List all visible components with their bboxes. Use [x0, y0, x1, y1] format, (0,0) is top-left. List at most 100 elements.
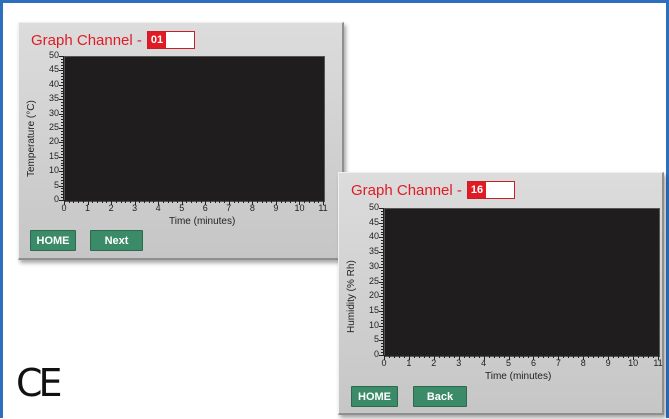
y-axis-line: [383, 208, 384, 356]
x-minor-tick: [205, 201, 207, 203]
x-minor-tick: [162, 201, 164, 203]
x-minor-tick: [219, 201, 221, 203]
x-minor-tick: [101, 201, 103, 203]
x-minor-tick: [608, 356, 610, 358]
y-minor-tick: [61, 104, 63, 106]
next-button[interactable]: Next: [90, 230, 143, 251]
y-axis-label: Temperature (°C): [26, 100, 37, 177]
ce-mark-logo: CE: [16, 361, 63, 405]
x-minor-tick: [643, 356, 645, 358]
y-minor-tick: [61, 142, 63, 144]
y-tick-label: 35: [48, 93, 59, 104]
y-minor-tick: [381, 281, 383, 283]
y-minor-tick: [381, 257, 383, 259]
channel-input[interactable]: 01: [146, 31, 195, 49]
x-minor-tick: [638, 356, 640, 358]
home-button[interactable]: HOME: [351, 386, 398, 407]
x-minor-tick: [498, 356, 500, 358]
y-axis-line: [63, 56, 64, 201]
y-minor-tick: [61, 197, 63, 199]
x-minor-tick: [448, 356, 450, 358]
y-minor-tick: [61, 110, 63, 112]
channel-input[interactable]: 16: [466, 181, 515, 199]
x-minor-tick: [388, 356, 390, 358]
y-minor-tick: [61, 70, 63, 72]
y-minor-tick: [61, 81, 63, 83]
y-tick-label: 25: [48, 122, 59, 132]
y-minor-tick: [381, 352, 383, 354]
graph-title-row: Graph Channel - 16: [351, 180, 515, 200]
x-minor-tick: [408, 356, 410, 358]
y-minor-tick: [61, 151, 63, 153]
y-minor-tick: [61, 188, 63, 190]
y-tick-label: 20: [48, 136, 59, 147]
y-minor-tick: [61, 56, 63, 57]
x-minor-tick: [144, 201, 146, 203]
x-minor-tick: [573, 356, 575, 358]
y-tick-label: 5: [373, 334, 379, 345]
y-tick-label: 45: [48, 64, 59, 75]
back-button[interactable]: Back: [413, 386, 467, 407]
x-minor-tick: [318, 201, 320, 203]
graph-title: Graph Channel -: [351, 181, 462, 199]
y-tick-label: 15: [368, 304, 379, 315]
y-minor-tick: [381, 219, 383, 221]
y-minor-tick: [381, 237, 383, 239]
y-minor-tick: [61, 162, 63, 164]
x-minor-tick: [578, 356, 580, 358]
x-minor-tick: [280, 201, 282, 203]
y-minor-tick: [61, 153, 63, 155]
y-minor-tick: [381, 234, 383, 236]
y-minor-tick: [61, 191, 63, 193]
y-minor-tick: [61, 139, 63, 141]
y-minor-tick: [61, 61, 63, 63]
x-minor-tick: [543, 356, 545, 358]
x-minor-tick: [323, 201, 324, 203]
x-minor-tick: [538, 356, 540, 358]
y-tick-label: 40: [368, 231, 379, 242]
x-minor-tick: [398, 356, 400, 358]
y-minor-tick: [381, 343, 383, 345]
x-minor-tick: [483, 356, 485, 358]
x-minor-tick: [153, 201, 155, 203]
y-minor-tick: [381, 266, 383, 268]
y-minor-tick: [381, 249, 383, 251]
y-minor-tick: [381, 331, 383, 333]
x-minor-tick: [125, 201, 127, 203]
x-minor-tick: [433, 356, 435, 358]
home-button[interactable]: HOME: [30, 230, 76, 251]
y-minor-tick: [381, 213, 383, 215]
x-minor-tick: [191, 201, 193, 203]
graph-title-row: Graph Channel - 01: [31, 30, 195, 50]
x-minor-tick: [553, 356, 555, 358]
y-minor-tick: [61, 64, 63, 66]
x-minor-tick: [266, 201, 268, 203]
y-minor-tick: [61, 168, 63, 170]
x-minor-tick: [261, 201, 263, 203]
y-minor-tick: [61, 79, 63, 81]
plot-area: [384, 208, 660, 357]
x-minor-tick: [513, 356, 515, 358]
y-minor-tick: [61, 136, 63, 138]
y-minor-tick: [381, 302, 383, 304]
x-minor-tick: [648, 356, 650, 358]
x-minor-tick: [242, 201, 244, 203]
x-minor-tick: [214, 201, 216, 203]
y-minor-tick: [381, 263, 383, 265]
y-minor-tick: [381, 346, 383, 348]
y-minor-tick: [381, 310, 383, 312]
y-minor-tick: [61, 76, 63, 78]
x-minor-tick: [508, 356, 510, 358]
x-minor-tick: [78, 201, 80, 203]
y-minor-tick: [61, 102, 63, 104]
x-minor-tick: [453, 356, 455, 358]
x-minor-tick: [257, 201, 259, 203]
y-tick-label: 45: [368, 216, 379, 227]
x-minor-tick: [313, 201, 315, 203]
x-minor-tick: [633, 356, 635, 358]
graph-title: Graph Channel -: [31, 31, 142, 49]
x-minor-tick: [443, 356, 445, 358]
y-tick-label: 30: [48, 107, 59, 118]
x-minor-tick: [558, 356, 560, 358]
y-minor-tick: [61, 99, 63, 101]
